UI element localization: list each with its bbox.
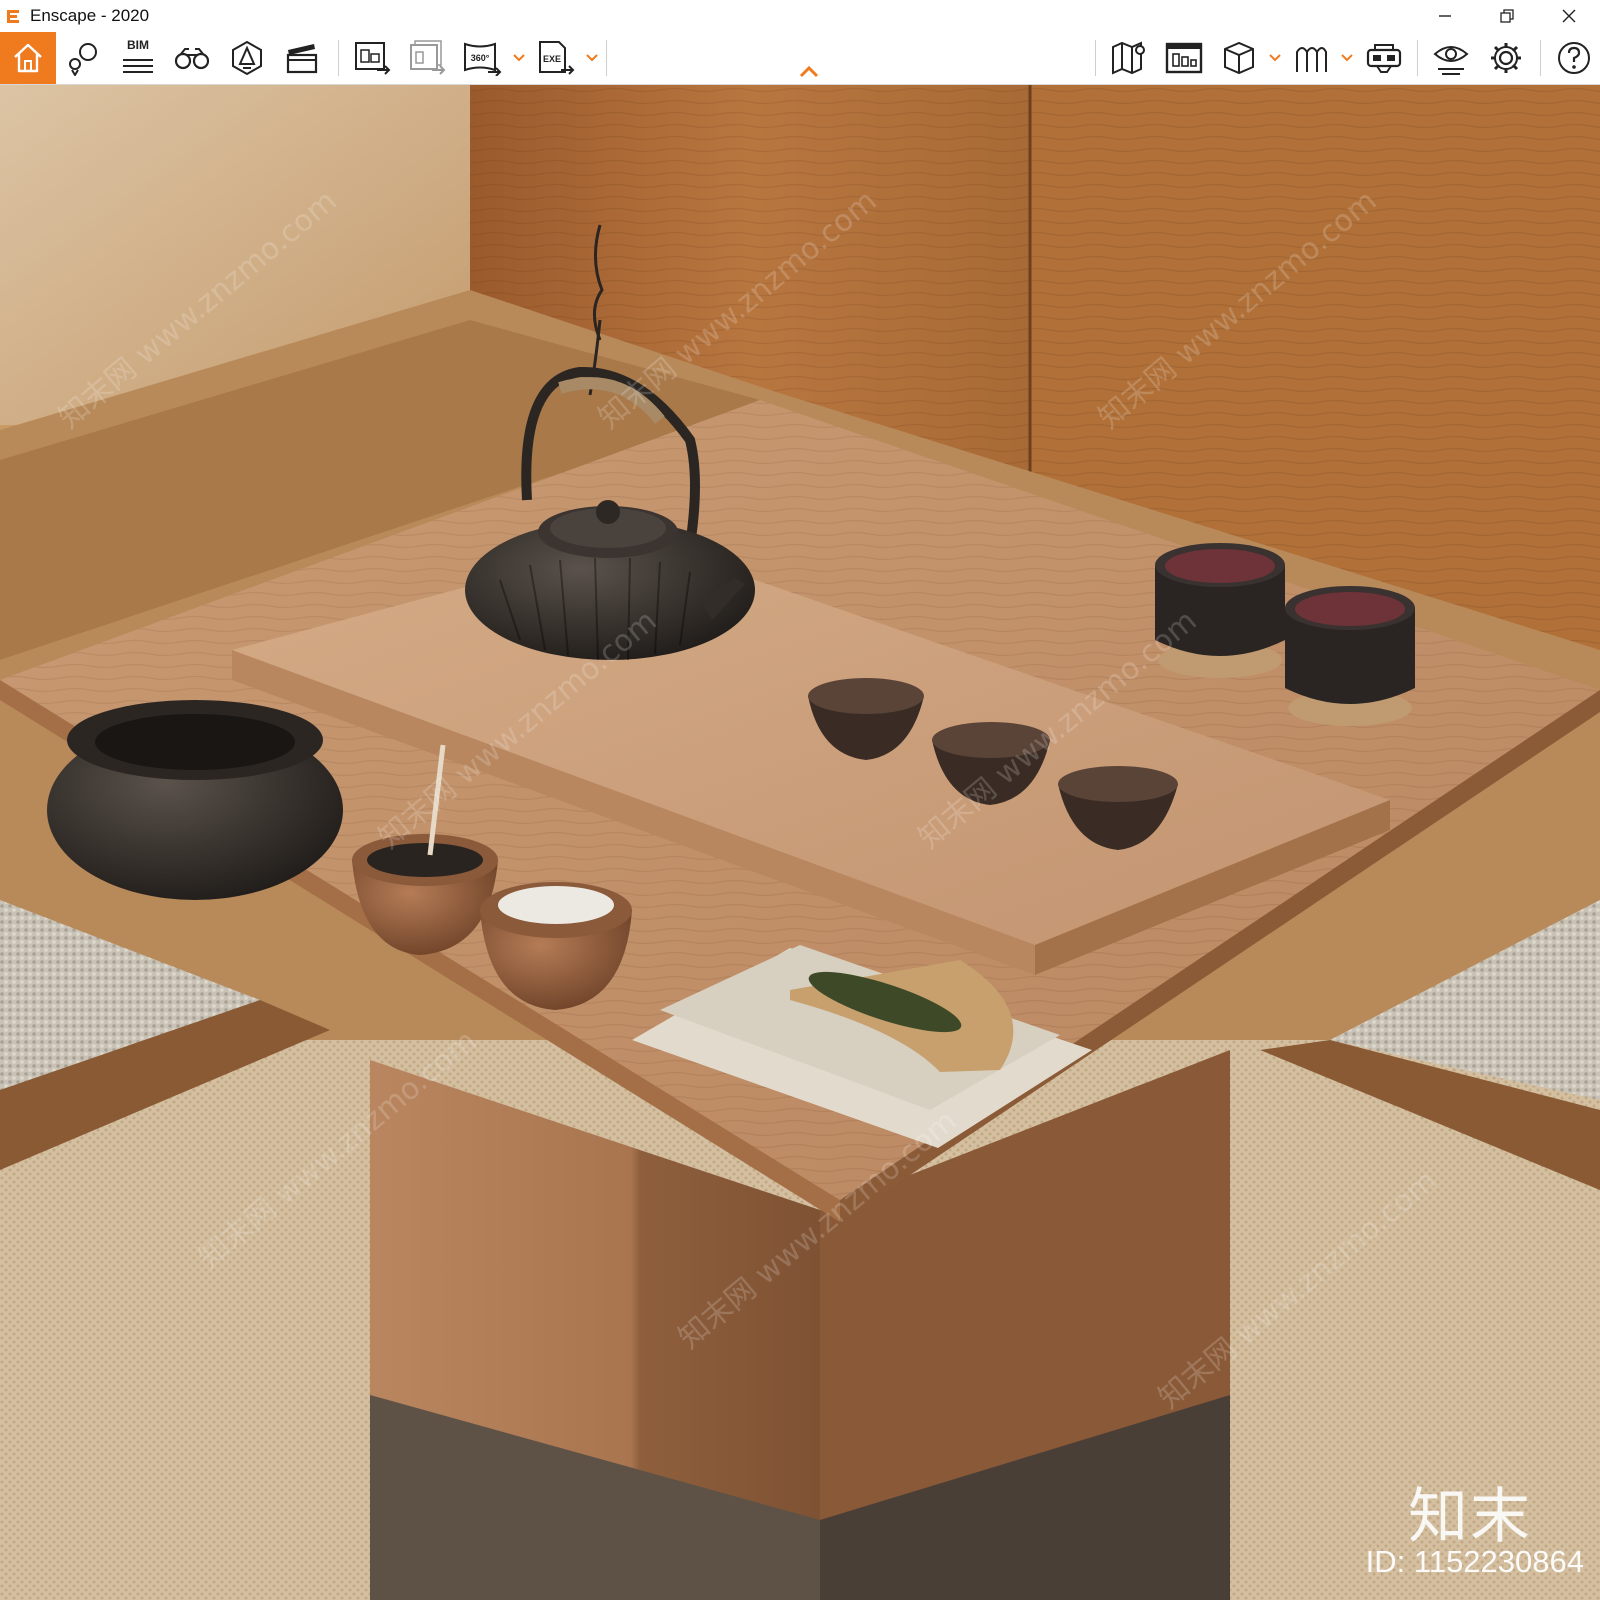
views-button[interactable] [57, 32, 109, 84]
home-icon [14, 43, 42, 73]
binoculars-icon [174, 48, 210, 70]
upload-button[interactable] [1285, 32, 1337, 84]
restore-button[interactable] [1476, 0, 1538, 32]
walk-mode-button[interactable] [166, 32, 218, 84]
panorama-360-icon: 360° [464, 42, 502, 76]
map-icon [1112, 41, 1145, 75]
window-title: Enscape - 2020 [30, 6, 150, 25]
upload-icon [1296, 47, 1327, 72]
render-viewport[interactable]: 知末网 www.znzmo.com 知末网 www.znzmo.com 知末网 … [0, 85, 1600, 1600]
dark-ceramic-bowl [47, 700, 343, 900]
panorama-label: 360° [471, 53, 490, 63]
atmosphere-button[interactable] [221, 32, 273, 84]
title-bar: Enscape - 2020 [0, 0, 1600, 32]
material-editor-icon [1165, 42, 1203, 74]
minimize-icon [1439, 15, 1451, 17]
black-tea-mug [1285, 586, 1415, 726]
visual-settings-icon [1433, 46, 1469, 75]
vr-headset-button[interactable] [1358, 32, 1410, 84]
minimize-button[interactable] [1414, 0, 1476, 32]
help-icon [1558, 42, 1590, 74]
render-image-button[interactable] [346, 32, 398, 84]
batch-render-icon [410, 40, 446, 75]
map-button[interactable] [1103, 32, 1155, 84]
close-icon [1562, 9, 1576, 23]
asset-library-button[interactable] [1213, 32, 1265, 84]
atmosphere-icon [232, 40, 262, 76]
home-button[interactable] [0, 32, 56, 84]
chevron-down-icon[interactable] [1268, 50, 1282, 64]
exe-label: EXE [543, 54, 561, 64]
material-editor-button[interactable] [1158, 32, 1210, 84]
bim-label: BIM [127, 38, 149, 52]
chevron-down-icon[interactable] [585, 50, 599, 64]
chevron-down-icon[interactable] [1340, 50, 1354, 64]
panorama-button[interactable]: 360° [456, 32, 508, 84]
enscape-logo-icon [7, 10, 19, 23]
asset-library-icon [1224, 41, 1254, 75]
batch-render-button[interactable] [401, 32, 453, 84]
export-exe-button[interactable]: EXE [530, 32, 582, 84]
scene-render-image [0, 85, 1600, 1600]
help-button[interactable] [1548, 32, 1600, 84]
render-image-icon [355, 42, 391, 75]
watermark-logo: 知末 [1408, 1482, 1532, 1552]
toolbar-separator [1095, 40, 1096, 76]
video-editor-icon [286, 44, 318, 74]
export-exe-icon: EXE [539, 41, 575, 75]
settings-button[interactable] [1480, 32, 1532, 84]
toolbar-separator [338, 40, 339, 76]
views-icon [69, 43, 97, 76]
vr-headset-icon [1366, 44, 1402, 73]
restore-icon [1500, 9, 1514, 23]
collapse-toolbar-arrow-icon[interactable] [798, 64, 820, 78]
window-controls [1414, 0, 1600, 32]
toolbar-separator [1417, 40, 1418, 76]
video-editor-button[interactable] [276, 32, 328, 84]
close-button[interactable] [1538, 0, 1600, 32]
toolbar-separator [606, 40, 607, 76]
settings-icon [1491, 43, 1521, 73]
toolbar-separator [1540, 40, 1541, 76]
watermark-id: ID: 1152230864 [1365, 1544, 1584, 1579]
chevron-down-icon[interactable] [512, 50, 526, 64]
visual-settings-button[interactable] [1425, 32, 1477, 84]
bim-button[interactable]: BIM [112, 32, 164, 84]
